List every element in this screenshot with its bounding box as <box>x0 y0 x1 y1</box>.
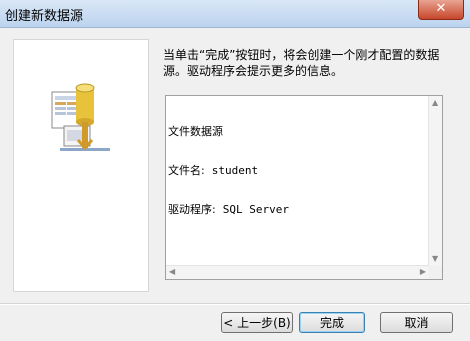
close-icon: ✕ <box>435 1 447 16</box>
finish-message: 当单击“完成”按钮时，将会创建一个刚才配置的数据源。驱动程序会提示更多的信息。 <box>163 48 440 78</box>
title-bar: 创建新数据源 ✕ <box>0 0 470 28</box>
close-button[interactable]: ✕ <box>418 0 464 20</box>
driver-label: 驱动程序: <box>168 203 216 216</box>
scroll-down-icon[interactable]: ▼ <box>432 255 438 263</box>
wizard-illustration-panel <box>13 39 149 292</box>
scroll-corner <box>429 266 442 279</box>
scroll-right-icon[interactable]: ▶ <box>420 268 426 276</box>
database-file-network-icon <box>51 83 110 151</box>
driver-value: SQL Server <box>222 203 289 216</box>
window-title: 创建新数据源 <box>5 9 84 24</box>
back-button[interactable]: < 上一步(B) <box>221 312 293 333</box>
scroll-up-icon[interactable]: ▲ <box>432 99 438 107</box>
info-heading: 文件数据源 <box>168 125 223 138</box>
vertical-scrollbar[interactable]: ▲ ▼ <box>428 96 442 266</box>
finish-button[interactable]: 完成 <box>299 312 365 333</box>
horizontal-scrollbar[interactable]: ◀ ▶ <box>166 265 429 279</box>
file-name-label: 文件名: <box>168 164 205 177</box>
file-name-value: student <box>211 164 259 177</box>
scroll-left-icon[interactable]: ◀ <box>169 268 175 276</box>
cancel-button[interactable]: 取消 <box>380 312 453 333</box>
footer-divider <box>0 303 470 305</box>
data-source-info-box[interactable]: 文件数据源 文件名: student 驱动程序: SQL Server ▲ ▼ … <box>165 95 443 280</box>
